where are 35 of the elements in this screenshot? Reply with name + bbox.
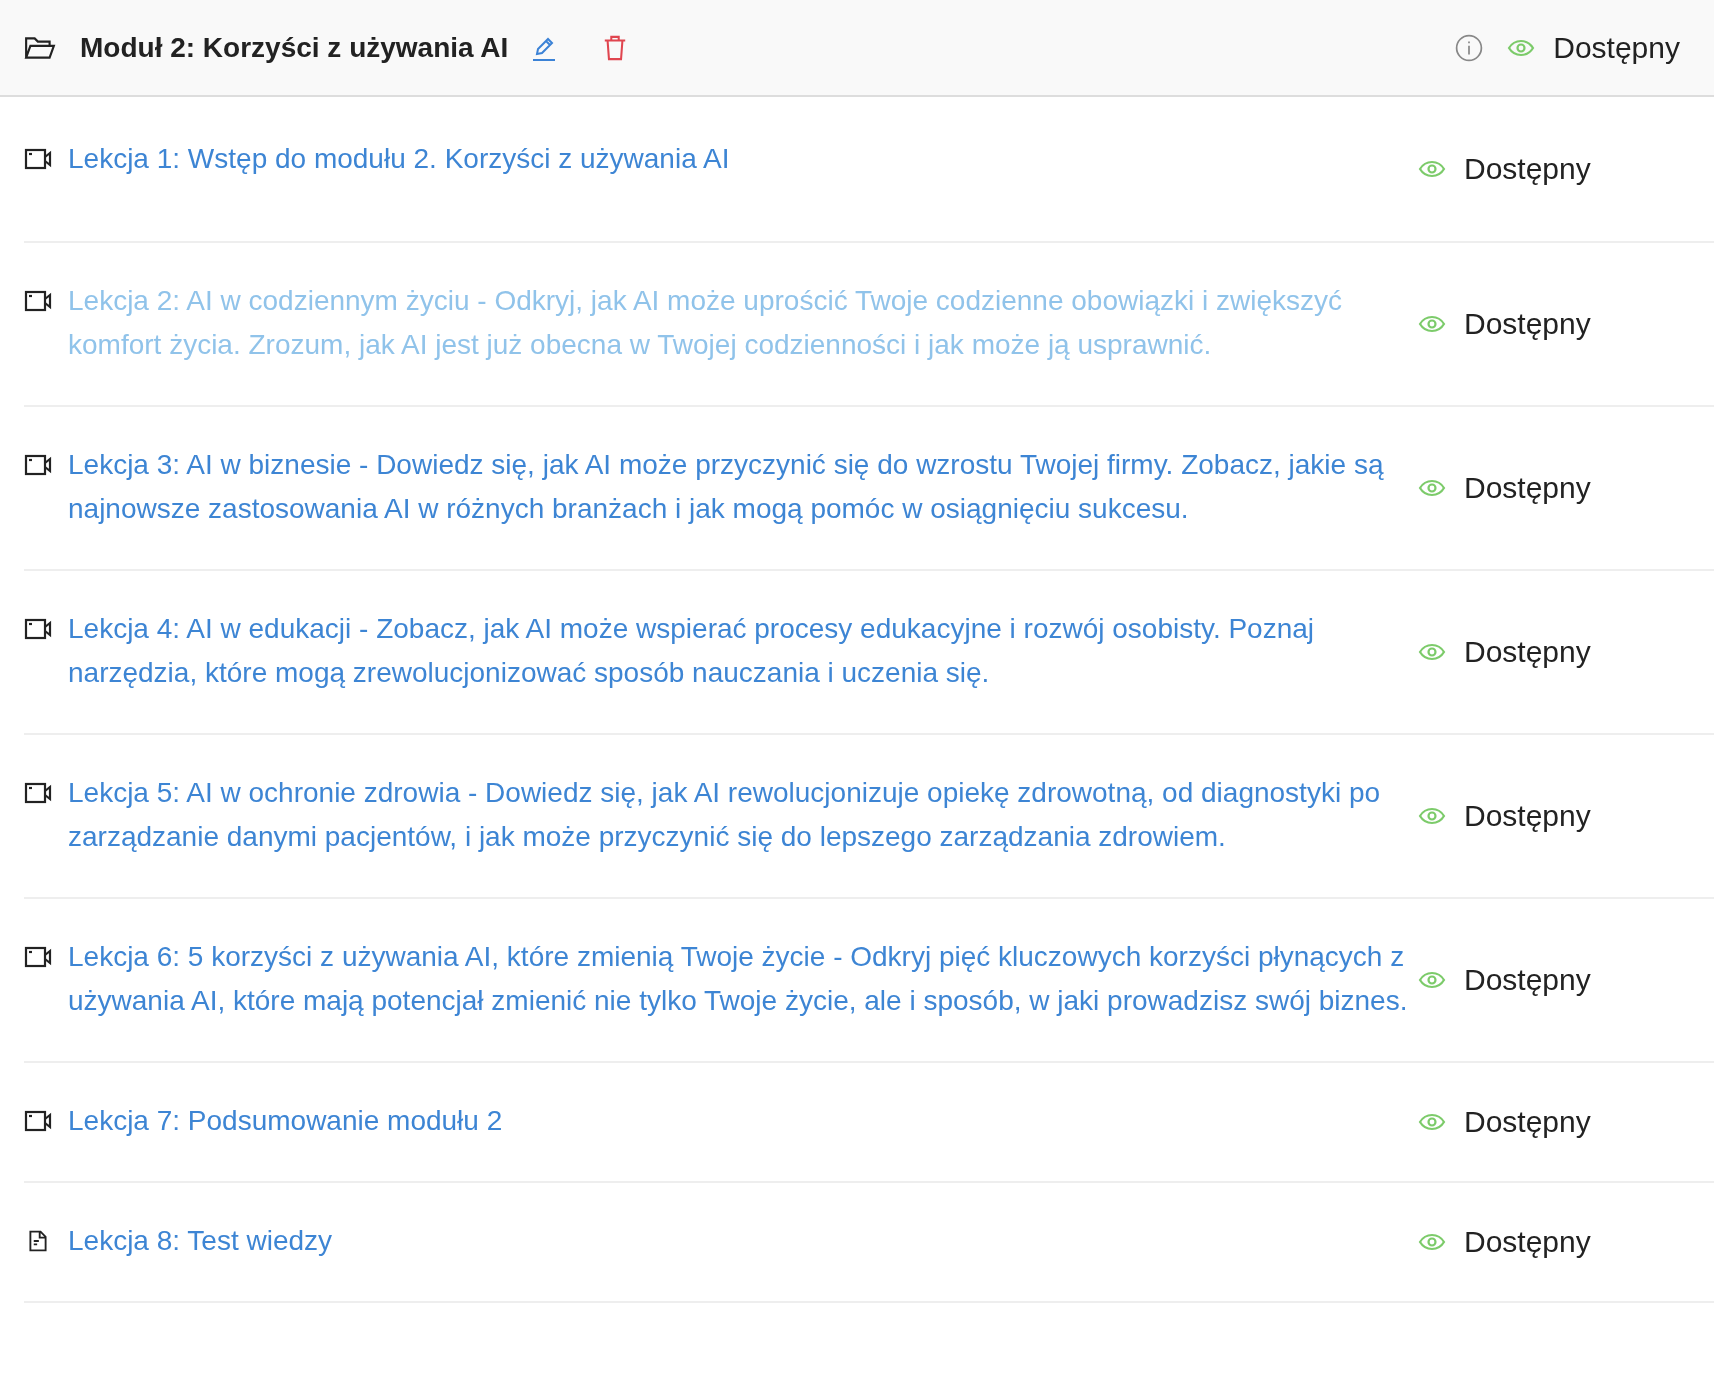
eye-icon — [1418, 807, 1446, 825]
video-camera-icon — [24, 618, 52, 640]
status-label: Dostępny — [1464, 471, 1591, 505]
video-camera-icon — [24, 290, 52, 312]
lesson-link[interactable]: Lekcja 1: Wstęp do modułu 2. Korzyści z używania AI — [68, 137, 1408, 181]
lesson-link[interactable]: Lekcja 7: Podsumowanie modułu 2 — [68, 1099, 1408, 1143]
video-camera-icon — [24, 782, 52, 804]
status-label: Dostępny — [1464, 635, 1591, 669]
video-camera-icon — [24, 148, 52, 170]
eye-icon — [1418, 479, 1446, 497]
status-label: Dostępny — [1464, 1225, 1591, 1259]
eye-icon — [1418, 971, 1446, 989]
lesson-link[interactable]: Lekcja 3: AI w biznesie - Dowiedz się, jak AI może przyczynić się do wzrostu Twojej firmy. Zobacz, jakie są najnowsze zastosowania AI w różnych branżach i jak mogą pomóc w osiągnięciu sukcesu. — [68, 443, 1408, 531]
status-label: Dostępny — [1464, 152, 1591, 186]
video-camera-icon — [24, 946, 52, 968]
lesson-link[interactable]: Lekcja 6: 5 korzyści z używania AI, które zmienią Twoje życie - Odkryj pięć kluczowych korzyści płynących z używania AI, które mają potencjał zmienić nie tylko Twoje życie, ale i sposób, w jaki prowadzisz swój biznes. — [68, 935, 1408, 1023]
lesson-link[interactable]: Lekcja 8: Test wiedzy — [68, 1219, 1408, 1263]
module-title: Moduł 2: Korzyści z używania AI — [80, 31, 509, 64]
status-label: Dostępny — [1464, 1105, 1591, 1139]
eye-icon — [1418, 1233, 1446, 1251]
status-label: Dostępny — [1464, 307, 1591, 341]
status-label: Dostępny — [1553, 30, 1680, 65]
eye-icon — [1418, 160, 1446, 178]
lesson-link[interactable]: Lekcja 4: AI w edukacji - Zobacz, jak AI może wspierać procesy edukacyjne i rozwój osobisty. Poznaj narzędzia, które mogą zrewolucjonizować sposób nauczania i uczenia się. — [68, 607, 1408, 695]
info-icon[interactable] — [1455, 33, 1484, 62]
status-label: Dostępny — [1464, 799, 1591, 833]
video-camera-icon — [24, 454, 52, 476]
eye-icon — [1418, 1113, 1446, 1131]
eye-icon — [1418, 643, 1446, 661]
eye-icon — [1418, 315, 1446, 333]
folder-icon — [24, 35, 56, 60]
lesson-link[interactable]: Lekcja 5: AI w ochronie zdrowia - Dowiedz się, jak AI rewolucjonizuje opiekę zdrowotną, od diagnostyki po zarządzanie danymi pacjentów, i jak może przyczynić się do lepszego zarządzania zdrowiem. — [68, 771, 1408, 859]
video-camera-icon — [24, 1110, 52, 1132]
eye-icon — [1507, 38, 1536, 57]
status-label: Dostępny — [1464, 963, 1591, 997]
